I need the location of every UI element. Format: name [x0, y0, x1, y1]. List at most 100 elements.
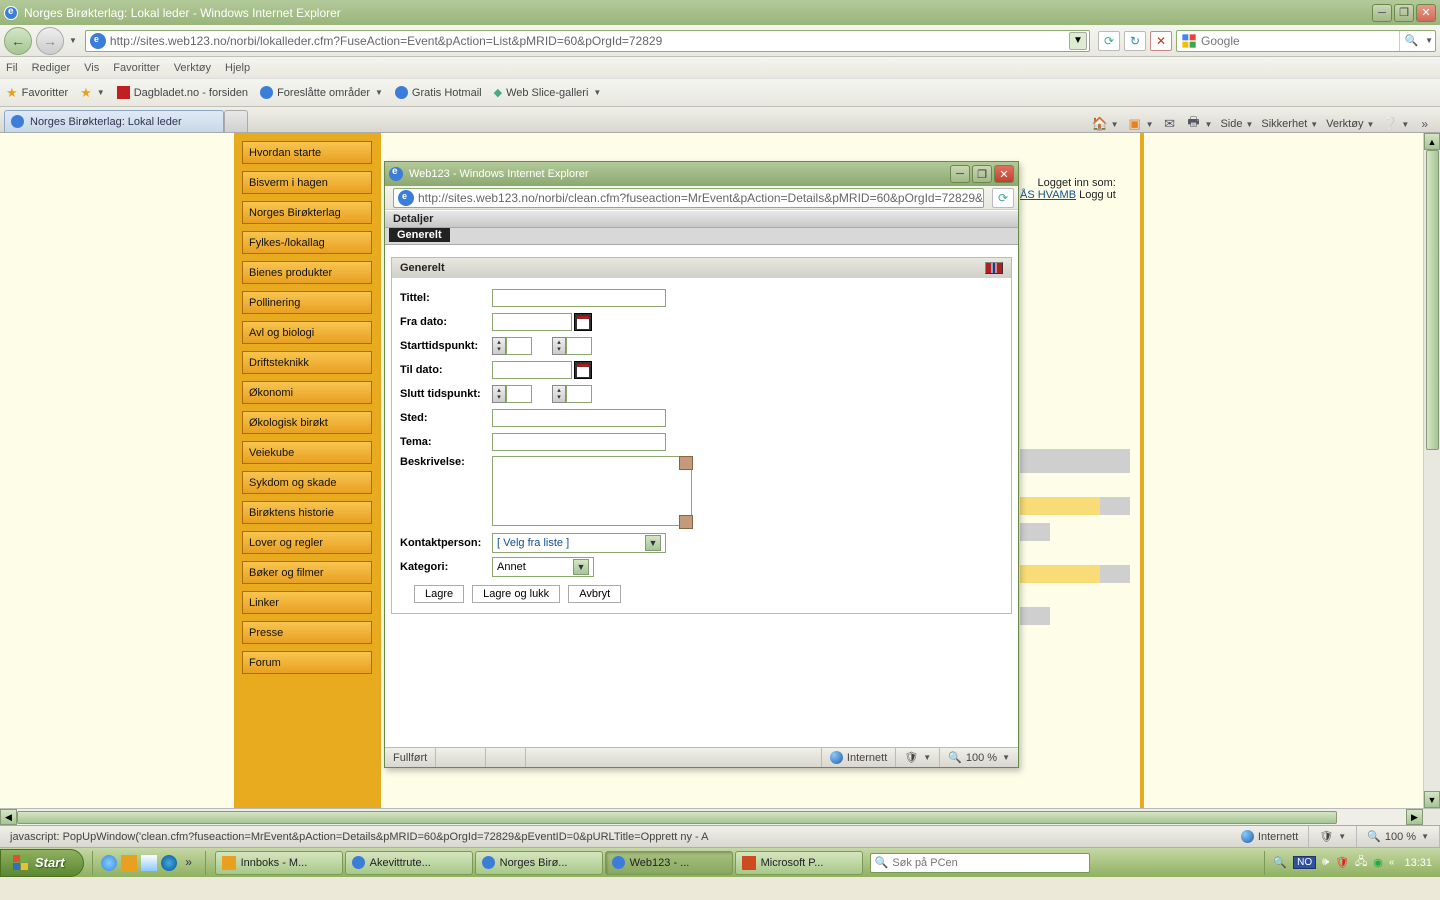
status-zoom[interactable]: 🔍 100 % ▼ [1357, 826, 1440, 847]
menu-hjelp[interactable]: Hjelp [225, 62, 250, 74]
tray-volume-icon[interactable]: 🕪 [1322, 856, 1329, 869]
taskbar-search-input[interactable] [892, 857, 1084, 869]
history-dropdown[interactable]: ▼ [69, 36, 77, 45]
stop-button[interactable]: ✕ [1150, 31, 1172, 51]
ql-desktop-icon[interactable] [141, 855, 157, 871]
close-button[interactable]: ✕ [1416, 4, 1436, 22]
cmd-help[interactable]: ❔▼ [1382, 116, 1409, 132]
chevron-right-icon[interactable]: » [1421, 117, 1428, 131]
task-akevittrute[interactable]: Akevittrute... [345, 851, 473, 875]
popup-zoom[interactable]: 🔍 100 % ▼ [939, 748, 1018, 767]
search-button[interactable]: 🔍 [1399, 31, 1423, 51]
slutt-min-spinner[interactable] [552, 385, 566, 403]
slutt-min-input[interactable] [566, 385, 592, 403]
cmd-sikkerhet[interactable]: Sikkerhet▼ [1261, 118, 1318, 130]
slutt-hour-input[interactable] [506, 385, 532, 403]
hscroll-right[interactable]: ▶ [1406, 809, 1423, 825]
input-tittel[interactable] [492, 289, 666, 307]
start-hour-input[interactable] [506, 337, 532, 355]
popup-titlebar[interactable]: Web123 - Windows Internet Explorer ─ ❐ ✕ [385, 162, 1018, 186]
slutt-hour-spinner[interactable] [492, 385, 506, 403]
horizontal-scrollbar[interactable]: ◀ ▶ [0, 808, 1440, 825]
content-scrollbar[interactable]: ▲ ▼ [1423, 133, 1440, 808]
lagre-button[interactable]: Lagre [414, 585, 464, 603]
fav-webslice[interactable]: ◆Web Slice-galleri▼ [494, 86, 602, 99]
sidebar-boker[interactable]: Bøker og filmer [242, 561, 372, 584]
sidebar-hvordan[interactable]: Hvordan starte [242, 141, 372, 164]
start-min-input[interactable] [566, 337, 592, 355]
popup-close-button[interactable]: ✕ [994, 165, 1014, 183]
select-kontaktperson[interactable]: [ Velg fra liste ]▼ [492, 533, 666, 553]
select-kategori[interactable]: Annet▼ [492, 557, 594, 577]
sidebar-sykdom[interactable]: Sykdom og skade [242, 471, 372, 494]
menu-vis[interactable]: Vis [84, 62, 99, 74]
task-powerpoint[interactable]: Microsoft P... [735, 851, 863, 875]
tray-clock[interactable]: 13:31 [1404, 857, 1432, 869]
cmd-mail[interactable]: ✉ [1162, 116, 1178, 132]
ql-media-icon[interactable] [161, 855, 177, 871]
ql-outlook-icon[interactable] [121, 855, 137, 871]
fav-hotmail[interactable]: Gratis Hotmail [395, 86, 482, 99]
lagre-lukk-button[interactable]: Lagre og lukk [472, 585, 560, 603]
task-web123[interactable]: Web123 - ... [605, 851, 733, 875]
fav-foreslatte[interactable]: Foreslåtte områder▼ [260, 86, 383, 99]
ql-expand-icon[interactable]: » [181, 855, 197, 871]
tray-lang[interactable]: NO [1293, 856, 1316, 869]
scroll-up-button[interactable]: ▲ [1424, 133, 1440, 150]
forward-button[interactable]: → [36, 27, 64, 55]
minimize-button[interactable]: ─ [1372, 4, 1392, 22]
refresh-button[interactable]: ↻ [1124, 31, 1146, 51]
favorites-button[interactable]: ★Favoritter [6, 85, 68, 101]
sidebar-lover[interactable]: Lover og regler [242, 531, 372, 554]
maximize-button[interactable]: ❐ [1394, 4, 1414, 22]
status-protected-icon[interactable]: 🛡▼ [1309, 826, 1357, 847]
tray-shield-icon[interactable]: 🛡 [1335, 856, 1349, 869]
norway-flag-icon[interactable] [985, 262, 1003, 274]
address-bar[interactable]: ▼ [85, 30, 1090, 52]
input-til-dato[interactable] [492, 361, 572, 379]
popup-protected-mode-icon[interactable]: 🛡▼ [895, 748, 939, 767]
compat-view-icon[interactable]: ⟳ [1098, 31, 1120, 51]
sidebar-pollinering[interactable]: Pollinering [242, 291, 372, 314]
textarea-handle-bottom[interactable] [679, 515, 693, 529]
back-button[interactable]: ← [4, 27, 32, 55]
tray-network-icon[interactable]: 🖧 [1355, 853, 1367, 872]
popup-minimize-button[interactable]: ─ [950, 165, 970, 183]
scroll-thumb[interactable] [1426, 150, 1439, 450]
start-hour-spinner[interactable] [492, 337, 506, 355]
hscroll-thumb[interactable] [17, 811, 1337, 824]
sidebar-fylkes[interactable]: Fylkes-/lokallag [242, 231, 372, 254]
popup-compat-icon[interactable]: ⟳ [992, 188, 1014, 208]
sidebar-avl[interactable]: Avl og biologi [242, 321, 372, 344]
cmd-verktoy[interactable]: Verktøy▼ [1326, 118, 1374, 130]
menu-rediger[interactable]: Rediger [32, 62, 71, 74]
tray-search-icon[interactable]: 🔍 [1273, 856, 1287, 869]
cmd-home[interactable]: 🏠▼ [1092, 116, 1119, 132]
cmd-side[interactable]: Side▼ [1220, 118, 1253, 130]
sidebar-bisverm[interactable]: Bisverm i hagen [242, 171, 372, 194]
menu-verktoy[interactable]: Verktøy [174, 62, 211, 74]
sidebar-okologisk[interactable]: Økologisk birøkt [242, 411, 372, 434]
input-beskrivelse[interactable] [492, 456, 692, 526]
fav-dagbladet[interactable]: Dagbladet.no - forsiden [117, 86, 248, 99]
tab-active[interactable]: Norges Birøkterlag: Lokal leder [4, 110, 224, 132]
sidebar-forum[interactable]: Forum [242, 651, 372, 674]
login-user-link[interactable]: ÅS HVAMB [1020, 189, 1076, 201]
tray-av-icon[interactable]: ◉ [1373, 856, 1383, 869]
logout-link[interactable]: Logg ut [1079, 189, 1116, 201]
sidebar-historie[interactable]: Birøktens historie [242, 501, 372, 524]
url-dropdown[interactable]: ▼ [1069, 32, 1087, 50]
scroll-down-button[interactable]: ▼ [1424, 791, 1440, 808]
tray-expand-icon[interactable]: « [1389, 857, 1395, 868]
menu-favoritter[interactable]: Favoritter [113, 62, 159, 74]
hscroll-left[interactable]: ◀ [0, 809, 17, 825]
textarea-handle-top[interactable] [679, 456, 693, 470]
search-dropdown[interactable]: ▼ [1425, 36, 1433, 45]
sidebar-bienes[interactable]: Bienes produkter [242, 261, 372, 284]
sidebar-linker[interactable]: Linker [242, 591, 372, 614]
popup-url-input[interactable] [418, 191, 983, 205]
input-tema[interactable] [492, 433, 666, 451]
sidebar-drift[interactable]: Driftsteknikk [242, 351, 372, 374]
taskbar-search[interactable]: 🔍 [870, 853, 1090, 873]
sidebar-norges[interactable]: Norges Birøkterlag [242, 201, 372, 224]
